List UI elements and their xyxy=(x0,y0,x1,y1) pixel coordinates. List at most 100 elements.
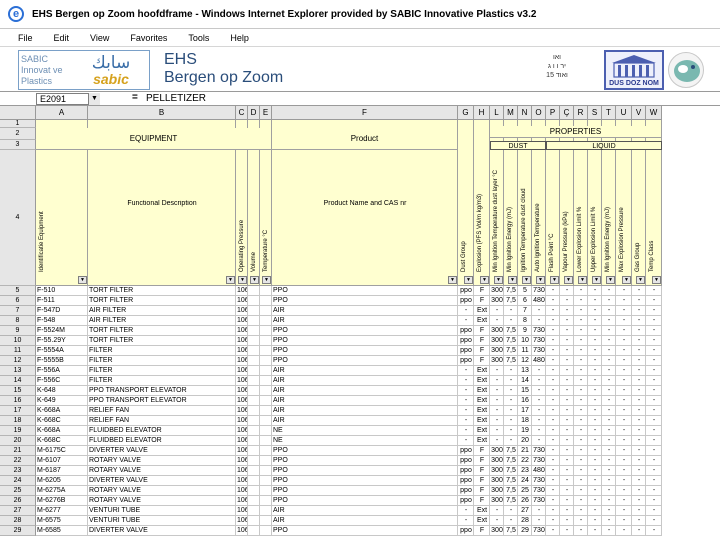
table-cell[interactable]: PPO xyxy=(272,526,458,536)
table-cell[interactable]: - xyxy=(632,486,646,496)
table-cell[interactable]: - xyxy=(588,466,602,476)
row-header[interactable]: 11 xyxy=(0,346,36,356)
row-header[interactable]: 24 xyxy=(0,476,36,486)
menu-tools[interactable]: Tools xyxy=(188,33,209,43)
table-cell[interactable] xyxy=(248,486,260,496)
table-cell[interactable]: ppo xyxy=(458,526,474,536)
table-cell[interactable]: - xyxy=(560,496,574,506)
table-cell[interactable]: - xyxy=(574,386,588,396)
table-cell[interactable]: AIR xyxy=(272,506,458,516)
table-cell[interactable]: - xyxy=(504,406,518,416)
table-cell[interactable]: F-55.29Y xyxy=(36,336,88,346)
table-cell[interactable]: - xyxy=(560,346,574,356)
table-cell[interactable]: - xyxy=(504,306,518,316)
filter-dropdown-icon[interactable]: ▼ xyxy=(622,276,631,284)
table-cell[interactable]: - xyxy=(646,316,662,326)
table-cell[interactable] xyxy=(248,506,260,516)
table-cell[interactable]: 1064 xyxy=(236,336,248,346)
table-cell[interactable]: 8 xyxy=(518,316,532,326)
table-cell[interactable] xyxy=(248,366,260,376)
table-cell[interactable]: - xyxy=(632,506,646,516)
table-cell[interactable]: F xyxy=(474,446,490,456)
table-cell[interactable]: - xyxy=(588,406,602,416)
table-cell[interactable]: - xyxy=(490,516,504,526)
table-cell[interactable]: F xyxy=(474,486,490,496)
table-cell[interactable]: Ext xyxy=(474,376,490,386)
row-header[interactable]: 16 xyxy=(0,396,36,406)
table-cell[interactable]: - xyxy=(588,456,602,466)
filter-dropdown-icon[interactable]: ▼ xyxy=(78,276,87,284)
table-cell[interactable]: - xyxy=(588,436,602,446)
table-cell[interactable]: VENTURI TUBE xyxy=(88,506,236,516)
table-cell[interactable]: 1064 xyxy=(236,396,248,406)
table-cell[interactable]: - xyxy=(504,396,518,406)
row-header[interactable]: 25 xyxy=(0,486,36,496)
table-cell[interactable] xyxy=(260,326,272,336)
table-cell[interactable]: Ext xyxy=(474,416,490,426)
table-cell[interactable]: - xyxy=(632,476,646,486)
column-header-w[interactable]: W xyxy=(646,106,662,120)
table-cell[interactable] xyxy=(248,316,260,326)
table-cell[interactable]: - xyxy=(546,396,560,406)
column-header-l[interactable]: L xyxy=(490,106,504,120)
table-cell[interactable]: - xyxy=(616,306,632,316)
table-cell[interactable]: - xyxy=(616,446,632,456)
table-cell[interactable]: - xyxy=(458,426,474,436)
table-cell[interactable]: 1064 xyxy=(236,476,248,486)
table-cell[interactable]: - xyxy=(632,496,646,506)
window-title-bar[interactable]: e EHS Bergen op Zoom hoofdframe - Window… xyxy=(0,0,720,29)
table-cell[interactable]: - xyxy=(632,346,646,356)
table-cell[interactable] xyxy=(260,306,272,316)
column-header-c[interactable]: C xyxy=(236,106,248,120)
table-cell[interactable]: 1064 xyxy=(236,486,248,496)
table-cell[interactable] xyxy=(260,396,272,406)
table-cell[interactable]: - xyxy=(646,366,662,376)
column-header-v[interactable]: V xyxy=(632,106,646,120)
table-cell[interactable]: - xyxy=(646,426,662,436)
table-cell[interactable] xyxy=(248,296,260,306)
row-header[interactable]: 1 xyxy=(0,120,36,128)
row-header[interactable]: 12 xyxy=(0,356,36,366)
table-cell[interactable]: - xyxy=(504,416,518,426)
table-cell[interactable]: - xyxy=(632,396,646,406)
table-cell[interactable]: - xyxy=(560,296,574,306)
table-cell[interactable]: 300 xyxy=(490,526,504,536)
table-cell[interactable]: 1064 xyxy=(236,406,248,416)
table-cell[interactable]: - xyxy=(560,406,574,416)
table-cell[interactable]: 1064 xyxy=(236,426,248,436)
table-cell[interactable] xyxy=(248,446,260,456)
table-cell[interactable]: - xyxy=(646,306,662,316)
table-cell[interactable] xyxy=(248,496,260,506)
table-cell[interactable]: AIR xyxy=(272,366,458,376)
table-cell[interactable]: - xyxy=(560,386,574,396)
table-cell[interactable]: 300 xyxy=(490,346,504,356)
table-cell[interactable]: - xyxy=(602,386,616,396)
table-cell[interactable]: - xyxy=(532,436,546,446)
table-cell[interactable]: F-547D xyxy=(36,306,88,316)
table-cell[interactable]: 20 xyxy=(518,436,532,446)
table-cell[interactable]: - xyxy=(646,296,662,306)
table-cell[interactable]: 26 xyxy=(518,496,532,506)
table-cell[interactable]: - xyxy=(632,386,646,396)
table-cell[interactable]: - xyxy=(504,516,518,526)
table-cell[interactable]: - xyxy=(646,286,662,296)
table-cell[interactable]: PPO xyxy=(272,446,458,456)
filter-dropdown-icon[interactable]: ▼ xyxy=(636,276,645,284)
table-cell[interactable]: - xyxy=(546,336,560,346)
table-cell[interactable]: - xyxy=(504,376,518,386)
table-cell[interactable]: 25 xyxy=(518,486,532,496)
table-cell[interactable]: K-668A xyxy=(36,426,88,436)
table-cell[interactable]: - xyxy=(574,296,588,306)
table-cell[interactable]: - xyxy=(546,516,560,526)
table-cell[interactable]: - xyxy=(632,426,646,436)
table-cell[interactable]: 18 xyxy=(518,416,532,426)
table-cell[interactable]: DIVERTER VALVE xyxy=(88,526,236,536)
table-cell[interactable]: 1064 xyxy=(236,446,248,456)
table-cell[interactable]: 11 xyxy=(518,346,532,356)
table-cell[interactable]: - xyxy=(616,356,632,366)
table-cell[interactable]: ppo xyxy=(458,356,474,366)
table-cell[interactable]: F-556C xyxy=(36,376,88,386)
table-cell[interactable]: - xyxy=(546,406,560,416)
table-cell[interactable]: 1064 xyxy=(236,366,248,376)
table-cell[interactable]: ROTARY VALVE xyxy=(88,466,236,476)
